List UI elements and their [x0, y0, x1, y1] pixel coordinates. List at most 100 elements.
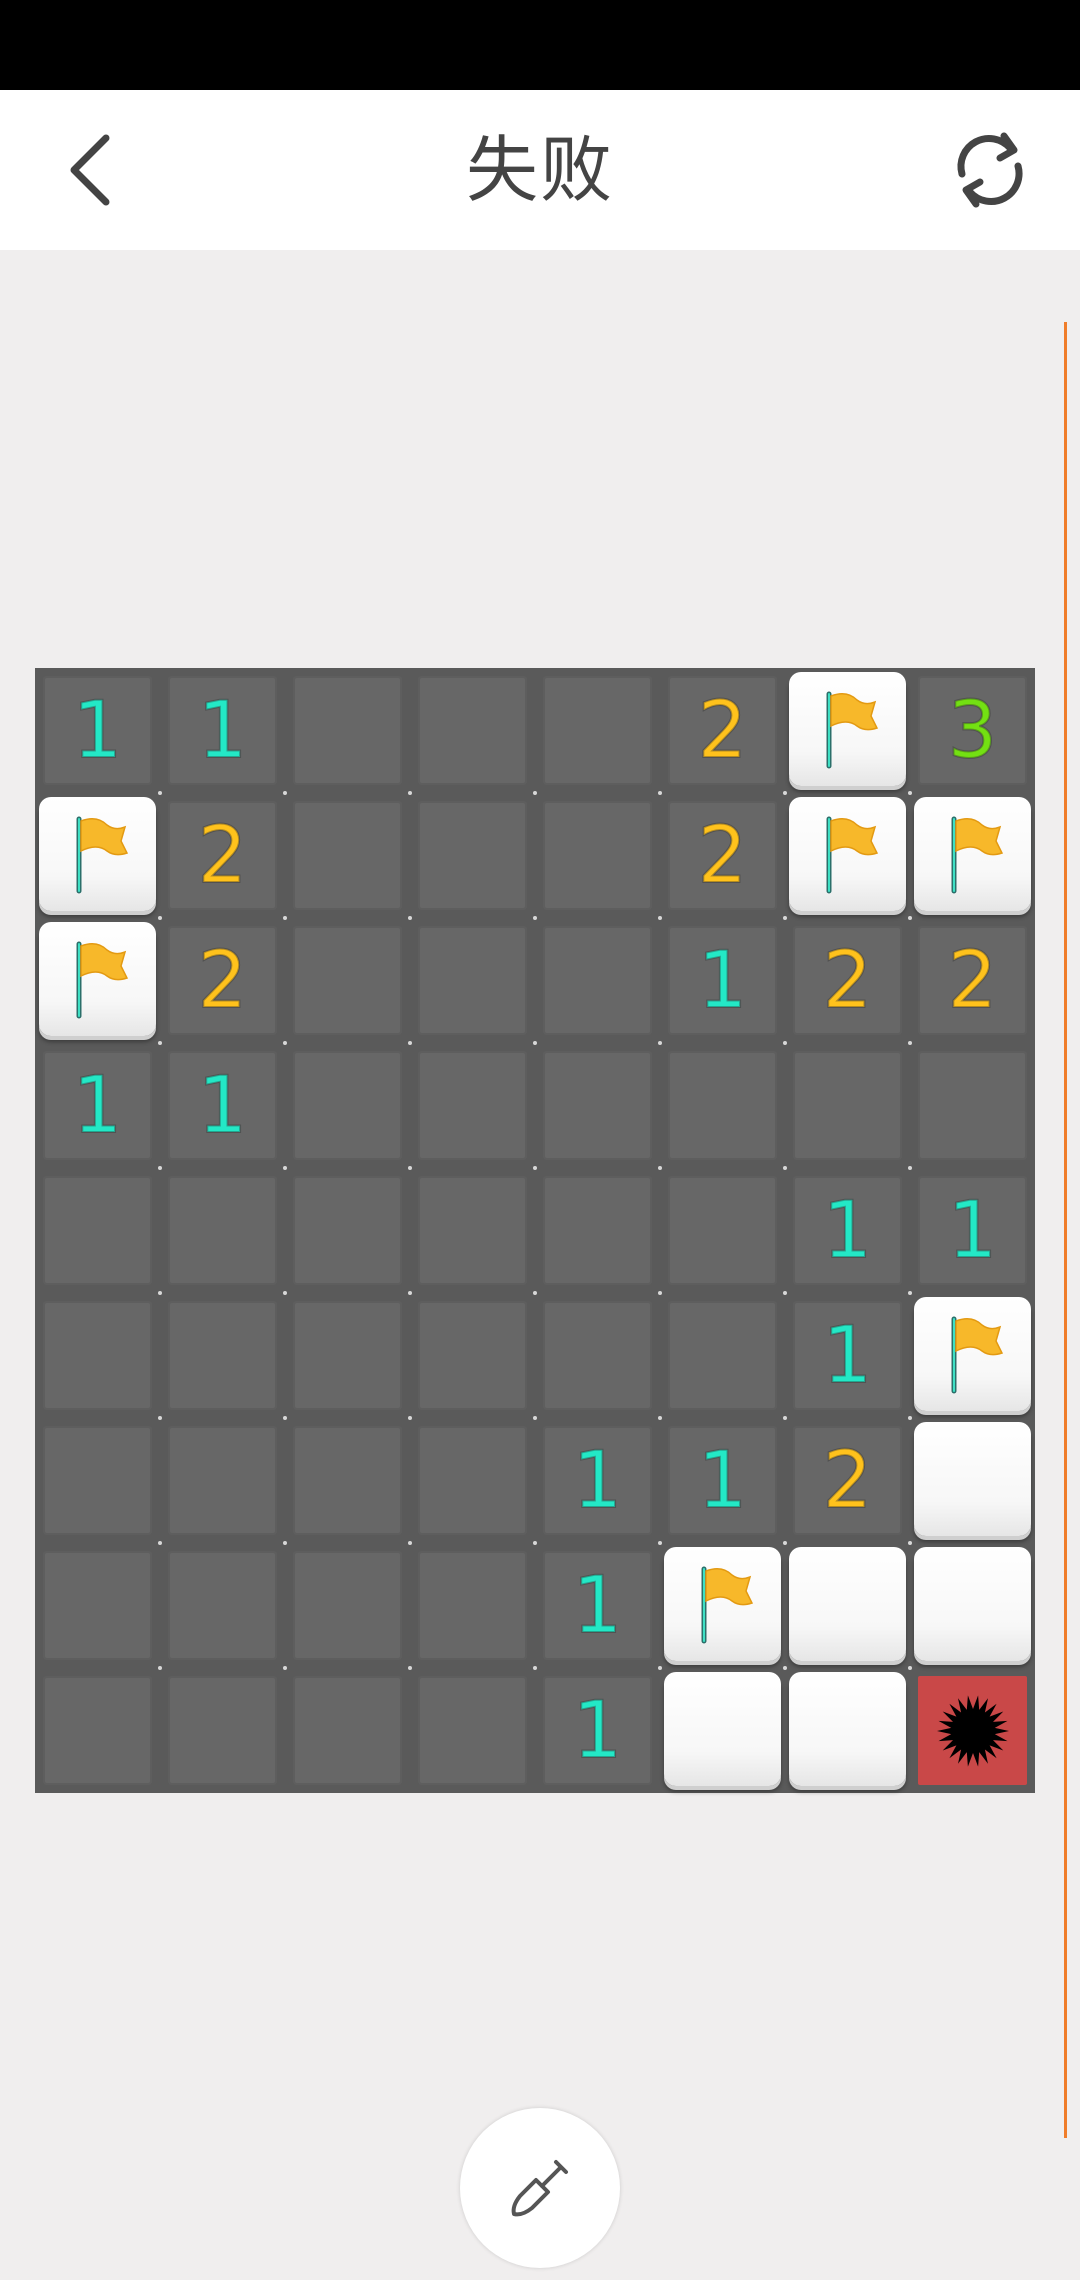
- restart-button[interactable]: [930, 120, 1050, 220]
- revealed-cell[interactable]: 2: [660, 668, 785, 793]
- unrevealed-cell[interactable]: [910, 1418, 1035, 1543]
- revealed-cell[interactable]: [35, 1418, 160, 1543]
- cell-face: 3: [918, 676, 1027, 785]
- grid-dot: [658, 1416, 662, 1420]
- revealed-cell[interactable]: 1: [785, 1168, 910, 1293]
- revealed-cell[interactable]: 1: [910, 1168, 1035, 1293]
- dig-tool-button[interactable]: [460, 2108, 620, 2268]
- revealed-cell[interactable]: [35, 1543, 160, 1668]
- revealed-cell[interactable]: 1: [535, 1668, 660, 1793]
- revealed-cell[interactable]: 2: [160, 918, 285, 1043]
- cell-face: [418, 801, 527, 910]
- revealed-cell[interactable]: [285, 1418, 410, 1543]
- revealed-cell[interactable]: [285, 793, 410, 918]
- revealed-cell[interactable]: 1: [660, 1418, 785, 1543]
- revealed-cell[interactable]: [785, 1043, 910, 1168]
- unrevealed-cell[interactable]: [910, 1543, 1035, 1668]
- cell-face: [543, 801, 652, 910]
- revealed-cell[interactable]: 1: [160, 668, 285, 793]
- revealed-cell[interactable]: [535, 668, 660, 793]
- unrevealed-cell[interactable]: [660, 1668, 785, 1793]
- cell-face: [418, 676, 527, 785]
- revealed-cell[interactable]: [160, 1668, 285, 1793]
- unrevealed-cell[interactable]: [785, 1543, 910, 1668]
- flagged-cell[interactable]: [910, 793, 1035, 918]
- cell-face: 2: [918, 926, 1027, 1035]
- revealed-cell[interactable]: 1: [160, 1043, 285, 1168]
- cell-number: 2: [697, 685, 749, 776]
- grid-dot: [408, 1291, 412, 1295]
- revealed-cell[interactable]: [535, 918, 660, 1043]
- flagged-cell[interactable]: [35, 793, 160, 918]
- revealed-cell[interactable]: [910, 1043, 1035, 1168]
- revealed-cell[interactable]: [410, 668, 535, 793]
- flag-icon: [951, 1316, 1003, 1394]
- flagged-cell[interactable]: [785, 793, 910, 918]
- unrevealed-cell[interactable]: [785, 1668, 910, 1793]
- cell-face: [543, 926, 652, 1035]
- revealed-cell[interactable]: [285, 668, 410, 793]
- grid-dot: [158, 1291, 162, 1295]
- revealed-cell[interactable]: [160, 1293, 285, 1418]
- revealed-cell[interactable]: [410, 918, 535, 1043]
- exploded-mine-cell[interactable]: [910, 1668, 1035, 1793]
- revealed-cell[interactable]: [285, 918, 410, 1043]
- revealed-cell[interactable]: [160, 1418, 285, 1543]
- flagged-cell[interactable]: [910, 1293, 1035, 1418]
- revealed-cell[interactable]: [660, 1043, 785, 1168]
- revealed-cell[interactable]: [410, 793, 535, 918]
- revealed-cell[interactable]: 2: [785, 1418, 910, 1543]
- revealed-cell[interactable]: [410, 1293, 535, 1418]
- revealed-cell[interactable]: [285, 1293, 410, 1418]
- revealed-cell[interactable]: 2: [910, 918, 1035, 1043]
- revealed-cell[interactable]: 2: [785, 918, 910, 1043]
- revealed-cell[interactable]: 1: [535, 1418, 660, 1543]
- revealed-cell[interactable]: [285, 1043, 410, 1168]
- revealed-cell[interactable]: [660, 1168, 785, 1293]
- revealed-cell[interactable]: [285, 1668, 410, 1793]
- revealed-cell[interactable]: 2: [160, 793, 285, 918]
- revealed-cell[interactable]: [410, 1668, 535, 1793]
- revealed-cell[interactable]: 1: [535, 1543, 660, 1668]
- revealed-cell[interactable]: [410, 1168, 535, 1293]
- status-bar: [0, 0, 1080, 90]
- revealed-cell[interactable]: [535, 793, 660, 918]
- grid-dot: [158, 1541, 162, 1545]
- revealed-cell[interactable]: [660, 1293, 785, 1418]
- revealed-cell[interactable]: [535, 1168, 660, 1293]
- revealed-cell[interactable]: [35, 1168, 160, 1293]
- grid-dot: [283, 1291, 287, 1295]
- revealed-cell[interactable]: [160, 1168, 285, 1293]
- revealed-cell[interactable]: 1: [35, 1043, 160, 1168]
- revealed-cell[interactable]: [410, 1543, 535, 1668]
- revealed-cell[interactable]: 1: [35, 668, 160, 793]
- revealed-cell[interactable]: [410, 1043, 535, 1168]
- grid-dot: [158, 791, 162, 795]
- flagged-cell[interactable]: [35, 918, 160, 1043]
- grid-dot: [783, 1666, 787, 1670]
- cell-face: [293, 1051, 402, 1160]
- revealed-cell[interactable]: [285, 1168, 410, 1293]
- revealed-cell[interactable]: 3: [910, 668, 1035, 793]
- revealed-cell[interactable]: [535, 1293, 660, 1418]
- revealed-cell[interactable]: 1: [660, 918, 785, 1043]
- flagged-cell[interactable]: [660, 1543, 785, 1668]
- cell-face: 1: [543, 1676, 652, 1785]
- revealed-cell[interactable]: [535, 1043, 660, 1168]
- revealed-cell[interactable]: [285, 1543, 410, 1668]
- grid-dot: [283, 1416, 287, 1420]
- revealed-cell[interactable]: 2: [660, 793, 785, 918]
- cell-face: [293, 1176, 402, 1285]
- flag-icon: [951, 816, 1003, 894]
- flagged-cell[interactable]: [785, 668, 910, 793]
- revealed-cell[interactable]: [160, 1543, 285, 1668]
- revealed-cell[interactable]: [410, 1418, 535, 1543]
- cell-face: [543, 1051, 652, 1160]
- grid-dot: [908, 1041, 912, 1045]
- cell-face: [918, 1676, 1027, 1785]
- cell-number: 1: [947, 1185, 999, 1276]
- back-button[interactable]: [40, 120, 140, 220]
- revealed-cell[interactable]: [35, 1668, 160, 1793]
- revealed-cell[interactable]: [35, 1293, 160, 1418]
- revealed-cell[interactable]: 1: [785, 1293, 910, 1418]
